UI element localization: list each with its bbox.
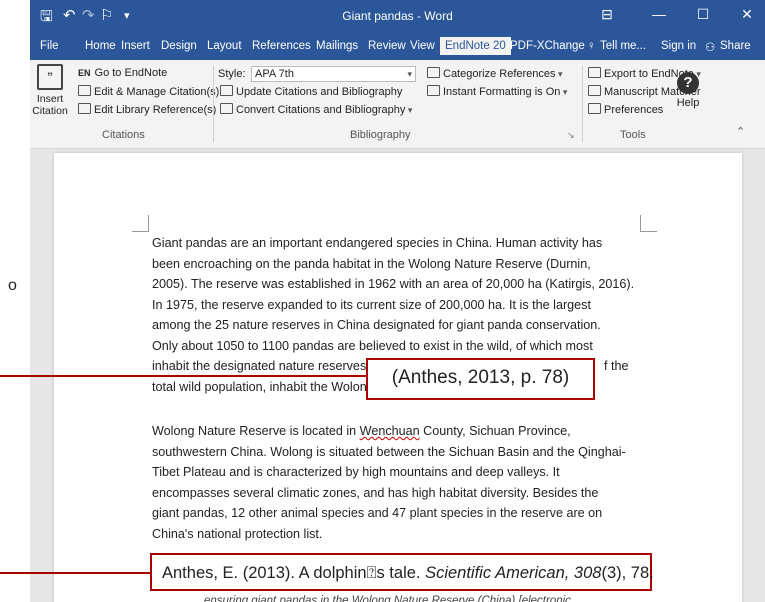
instant-formatting-icon — [427, 85, 440, 96]
tab-mailings[interactable]: Mailings — [316, 40, 358, 52]
group-separator — [582, 66, 583, 142]
style-label: Style: — [218, 68, 246, 80]
spelling-flag[interactable]: Wenchuan — [360, 424, 420, 438]
update-label: Update Citations and Bibliography — [236, 86, 403, 98]
help-label: Help — [676, 97, 700, 109]
cut-off-line: ensuring giant pandas in the Wolong Natu… — [204, 595, 571, 602]
reference-title: s tale. — [376, 564, 426, 582]
en-icon: EN — [78, 68, 91, 78]
convert-label: Convert Citations and Bibliography — [236, 104, 406, 116]
convert-icon — [220, 103, 233, 114]
sign-in-link[interactable]: Sign in — [661, 40, 696, 52]
close-button[interactable]: ✕ — [735, 6, 759, 26]
convert-dropdown-icon[interactable]: ▾ — [405, 105, 413, 115]
margin-mark: o — [8, 277, 17, 294]
text-line: In 1975, the reserve expanded to its cur… — [152, 297, 591, 312]
tab-insert[interactable]: Insert — [121, 40, 150, 52]
text-line: 2005). The reserve was established in 19… — [152, 277, 635, 291]
edit-manage-citations-button[interactable]: Edit & Manage Citation(s) — [78, 85, 219, 98]
reference-pointer-line — [0, 572, 150, 574]
missing-glyph: ⍰ — [366, 564, 377, 582]
text-line: been encroaching on the panda habitat in… — [152, 256, 591, 271]
insert-citation-button[interactable]: ” Insert Citation — [30, 64, 70, 117]
edit-library-icon — [78, 103, 91, 114]
preferences-icon — [588, 103, 601, 114]
collapse-ribbon-icon[interactable]: ⌃ — [736, 125, 745, 138]
go-to-endnote-button[interactable]: EN Go to EndNote — [78, 67, 167, 79]
text-line: southwestern China. Wolong is situated b… — [152, 444, 626, 459]
edit-manage-label: Edit & Manage Citation(s) — [94, 86, 220, 98]
tab-endnote[interactable]: EndNote 20 — [440, 37, 511, 55]
reference-journal: Scientific American, 308 — [425, 564, 602, 582]
text-line: encompasses several climatic zones, and … — [152, 485, 599, 500]
preferences-label: Preferences — [604, 104, 664, 116]
instant-formatting-button[interactable]: Instant Formatting is On ▾ — [427, 85, 567, 98]
crop-mark-right — [640, 215, 657, 232]
title-bar: 🖫 ↶ ↷ ⚐ ▾ Giant pandas - Word ⊟ — ☐ ✕ — [30, 0, 765, 34]
help-icon: ? — [677, 72, 699, 94]
style-value: APA 7th — [255, 68, 294, 80]
text-line: China's national protection list. — [152, 526, 323, 541]
update-citations-button[interactable]: Update Citations and Bibliography — [220, 85, 402, 98]
text-line: giant pandas, 12 other animal species an… — [152, 506, 603, 520]
categorize-references-button[interactable]: Categorize References ▾ — [427, 67, 563, 80]
ribbon-tabs: File Home Insert Design Layout Reference… — [30, 34, 765, 60]
style-select[interactable]: APA 7th ▾ — [251, 66, 416, 82]
lightbulb-icon: ♀ — [587, 40, 596, 52]
text-line: Giant pandas are an important endangered… — [152, 236, 603, 250]
convert-citations-button[interactable]: Convert Citations and Bibliography ▾ — [220, 103, 412, 116]
text-line: Only about 1050 to 1100 pandas are belie… — [152, 338, 593, 353]
reference-author: Anthes, E. (2013). A dolphin — [162, 564, 367, 582]
crop-mark-left — [132, 215, 149, 232]
preferences-button[interactable]: Preferences — [588, 103, 663, 116]
maximize-button[interactable]: ☐ — [691, 6, 715, 26]
tab-references[interactable]: References — [252, 40, 311, 52]
text-line: Tibet Plateau and is characterized by hi… — [152, 465, 560, 479]
manuscript-matcher-icon — [588, 85, 601, 96]
categorize-dropdown-icon: ▾ — [555, 69, 563, 79]
group-separator — [213, 66, 214, 142]
word-window: 🖫 ↶ ↷ ⚐ ▾ Giant pandas - Word ⊟ — ☐ ✕ Fi… — [30, 0, 765, 602]
dialog-launcher-icon[interactable]: ↘ — [567, 130, 575, 141]
share-button[interactable]: Share — [720, 40, 751, 52]
chevron-down-icon: ▾ — [407, 69, 412, 79]
ribbon-panel: ” Insert Citation EN Go to EndNote Edit &… — [30, 60, 765, 149]
edit-citation-icon — [78, 85, 91, 96]
minimize-button[interactable]: — — [647, 6, 671, 26]
paragraph-2[interactable]: Wolong Nature Reserve is located in Wenc… — [152, 421, 632, 544]
text-line: Wolong Nature Reserve is located in Wenc… — [152, 424, 571, 438]
tab-pdf-xchange[interactable]: PDF-XChange — [510, 40, 585, 52]
reference-entry-callout: Anthes, E. (2013). A dolphin⍰s tale. Sci… — [150, 553, 654, 591]
citations-group-label: Citations — [102, 129, 145, 141]
in-text-citation-callout: (Anthes, 2013, p. 78) — [366, 358, 595, 400]
tab-design[interactable]: Design — [161, 40, 197, 52]
insert-citation-icon: ” — [37, 64, 63, 90]
edit-library-label: Edit Library Reference(s) — [94, 104, 217, 116]
reference-issue: (3), 78. — [601, 564, 654, 582]
tab-view[interactable]: View — [410, 40, 435, 52]
share-icon[interactable]: ⚇ — [705, 40, 715, 54]
instant-formatting-dropdown-icon: ▾ — [560, 87, 568, 97]
tools-group-label: Tools — [620, 129, 646, 141]
go-to-endnote-label: Go to EndNote — [94, 67, 168, 79]
tab-file[interactable]: File — [40, 40, 59, 52]
tab-layout[interactable]: Layout — [207, 40, 242, 52]
citation-pointer-line — [0, 375, 368, 377]
insert-citation-label: Insert Citation — [32, 93, 68, 117]
categorize-icon — [427, 67, 440, 78]
tell-me-box[interactable]: Tell me... — [600, 40, 646, 52]
tab-home[interactable]: Home — [85, 40, 116, 52]
update-icon — [220, 85, 233, 96]
bibliography-group-label: Bibliography — [350, 129, 411, 141]
ribbon-display-icon[interactable]: ⊟ — [595, 6, 619, 26]
export-icon — [588, 67, 601, 78]
help-button[interactable]: ? Help — [673, 72, 703, 109]
instant-formatting-label: Instant Formatting is On — [443, 86, 561, 98]
edit-library-reference-button[interactable]: Edit Library Reference(s) — [78, 103, 216, 116]
text-line: among the 25 nature reserves in China de… — [152, 318, 601, 332]
tab-review[interactable]: Review — [368, 40, 406, 52]
categorize-label: Categorize References — [443, 68, 556, 80]
